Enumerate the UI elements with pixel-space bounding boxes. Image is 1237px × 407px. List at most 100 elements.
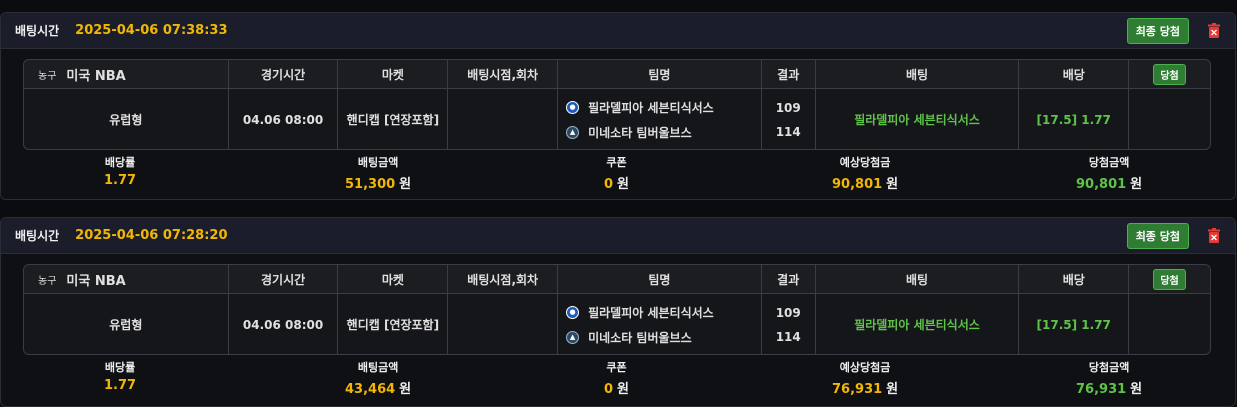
league-cell: 농구 미국 NBA bbox=[24, 265, 229, 293]
timberwolves-logo-icon: ▲ bbox=[566, 125, 580, 139]
header-result: 결과 bbox=[762, 265, 816, 293]
odds: [17.5] 1.77 bbox=[1019, 89, 1130, 149]
header-pick: 배팅 bbox=[816, 60, 1020, 88]
summary-amount: 배팅금액 43,464 원 bbox=[345, 359, 411, 397]
summary-won-label: 당첨금액 bbox=[1088, 156, 1130, 169]
header-market: 마켓 bbox=[338, 265, 449, 293]
header-status: 당첨 bbox=[1129, 60, 1210, 88]
teams-cell: ● 필라델피아 세븐티식서스 ▲ 미네소타 팀버울브스 bbox=[558, 89, 762, 149]
odds: [17.5] 1.77 bbox=[1019, 294, 1130, 354]
home-team-name: 필라델피아 세븐티식서스 bbox=[588, 305, 714, 320]
summary-won-label: 당첨금액 bbox=[1088, 361, 1130, 374]
unit: 원 bbox=[886, 177, 899, 192]
league-label: 미국 NBA bbox=[66, 273, 126, 289]
home-team: ● 필라델피아 세븐티식서스 bbox=[566, 304, 714, 321]
summary-won: 당첨금액 90,801 원 bbox=[1076, 154, 1142, 192]
summary-rate: 배당률 1.77 bbox=[104, 359, 136, 393]
summary-coupon-label: 쿠폰 bbox=[606, 361, 627, 374]
header-odds: 배당 bbox=[1019, 265, 1130, 293]
bet-detail-table: 농구 미국 NBA 경기시간 마켓 배팅시점,회차 팀명 결과 배팅 배당 당첨… bbox=[23, 59, 1211, 150]
summary-amount-value: 51,300 bbox=[345, 177, 396, 192]
summary-expected: 예상당첨금 76,931 원 bbox=[832, 359, 898, 397]
timberwolves-logo-icon: ▲ bbox=[566, 330, 580, 344]
bet-detail-table: 농구 미국 NBA 경기시간 마켓 배팅시점,회차 팀명 결과 배팅 배당 당첨… bbox=[23, 264, 1211, 355]
summary-rate-label: 배당률 bbox=[104, 361, 136, 374]
bet-type: 유럽형 bbox=[24, 294, 229, 354]
unit: 원 bbox=[399, 382, 412, 397]
summary-coupon: 쿠폰 0원 bbox=[604, 359, 629, 397]
summary-expected-label: 예상당첨금 bbox=[839, 156, 891, 169]
header-pick: 배팅 bbox=[816, 265, 1020, 293]
market: 핸디캡 [연장포함] bbox=[338, 89, 449, 149]
header-game-time: 경기시간 bbox=[229, 60, 339, 88]
league-label: 미국 NBA bbox=[66, 68, 126, 84]
final-win-badge: 최종 당첨 bbox=[1126, 17, 1189, 44]
bet-time-label: 배팅시간 bbox=[15, 229, 60, 243]
pick: 필라델피아 세븐티식서스 bbox=[816, 294, 1020, 354]
summary-rate: 배당률 1.77 bbox=[104, 154, 136, 188]
unit: 원 bbox=[1130, 177, 1143, 192]
bet-point bbox=[448, 294, 559, 354]
home-team: ● 필라델피아 세븐티식서스 bbox=[566, 99, 714, 116]
summary-won-value: 90,801 bbox=[1076, 177, 1127, 192]
header-teams: 팀명 bbox=[558, 60, 762, 88]
summary-amount: 배팅금액 51,300 원 bbox=[345, 154, 411, 192]
summary-expected: 예상당첨금 90,801 원 bbox=[832, 154, 898, 192]
bet-time-value: 2025-04-06 07:38:33 bbox=[75, 23, 228, 38]
summary-expected-label: 예상당첨금 bbox=[839, 361, 891, 374]
away-team: ▲ 미네소타 팀버울브스 bbox=[566, 124, 692, 141]
bet-time-value: 2025-04-06 07:28:20 bbox=[75, 228, 228, 243]
status-cell bbox=[1129, 89, 1210, 149]
sport-label: 농구 bbox=[38, 70, 57, 82]
summary-coupon-value: 0 bbox=[604, 382, 614, 397]
header-market: 마켓 bbox=[338, 60, 449, 88]
home-team-name: 필라델피아 세븐티식서스 bbox=[588, 100, 714, 115]
home-score: 109 bbox=[775, 100, 801, 115]
away-score: 114 bbox=[775, 124, 801, 139]
win-badge: 당첨 bbox=[1153, 268, 1186, 290]
unit: 원 bbox=[617, 382, 630, 397]
teams-cell: ● 필라델피아 세븐티식서스 ▲ 미네소타 팀버울브스 bbox=[558, 294, 762, 354]
summary-amount-value: 43,464 bbox=[345, 382, 396, 397]
league-cell: 농구 미국 NBA bbox=[24, 60, 229, 88]
summary-rate-value: 1.77 bbox=[104, 173, 137, 188]
final-win-badge: 최종 당첨 bbox=[1126, 222, 1189, 249]
trash-icon[interactable] bbox=[1207, 23, 1221, 39]
away-team-name: 미네소타 팀버울브스 bbox=[588, 330, 692, 345]
summary-coupon-value: 0 bbox=[604, 177, 614, 192]
summary-coupon: 쿠폰 0원 bbox=[604, 154, 629, 192]
bet-point bbox=[448, 89, 559, 149]
unit: 원 bbox=[886, 382, 899, 397]
away-team-name: 미네소타 팀버울브스 bbox=[588, 125, 692, 140]
summary-amount-label: 배팅금액 bbox=[357, 156, 399, 169]
header-odds: 배당 bbox=[1019, 60, 1130, 88]
sport-label: 농구 bbox=[38, 275, 57, 287]
summary-won-value: 76,931 bbox=[1076, 382, 1127, 397]
home-score: 109 bbox=[775, 305, 801, 320]
summary-expected-value: 90,801 bbox=[832, 177, 883, 192]
unit: 원 bbox=[399, 177, 412, 192]
76ers-logo-icon: ● bbox=[566, 305, 580, 319]
summary-amount-label: 배팅금액 bbox=[357, 361, 399, 374]
scores-cell: 109 114 bbox=[762, 89, 816, 149]
game-time: 04.06 08:00 bbox=[229, 89, 339, 149]
header-bet-point: 배팅시점,회차 bbox=[448, 265, 559, 293]
summary-won: 당첨금액 76,931 원 bbox=[1076, 359, 1142, 397]
summary-coupon-label: 쿠폰 bbox=[606, 156, 627, 169]
unit: 원 bbox=[1130, 382, 1143, 397]
game-time: 04.06 08:00 bbox=[229, 294, 339, 354]
bet-header: 배팅시간 2025-04-06 07:38:33 최종 당첨 bbox=[1, 13, 1235, 49]
win-badge: 당첨 bbox=[1153, 63, 1186, 85]
unit: 원 bbox=[617, 177, 630, 192]
header-result: 결과 bbox=[762, 60, 816, 88]
summary-rate-value: 1.77 bbox=[104, 378, 137, 393]
header-status: 당첨 bbox=[1129, 265, 1210, 293]
76ers-logo-icon: ● bbox=[566, 100, 580, 114]
summary-expected-value: 76,931 bbox=[832, 382, 883, 397]
trash-icon[interactable] bbox=[1207, 228, 1221, 244]
header-game-time: 경기시간 bbox=[229, 265, 339, 293]
away-score: 114 bbox=[775, 329, 801, 344]
summary-rate-label: 배당률 bbox=[104, 156, 136, 169]
bet-header: 배팅시간 2025-04-06 07:28:20 최종 당첨 bbox=[1, 218, 1235, 254]
away-team: ▲ 미네소타 팀버울브스 bbox=[566, 329, 692, 346]
